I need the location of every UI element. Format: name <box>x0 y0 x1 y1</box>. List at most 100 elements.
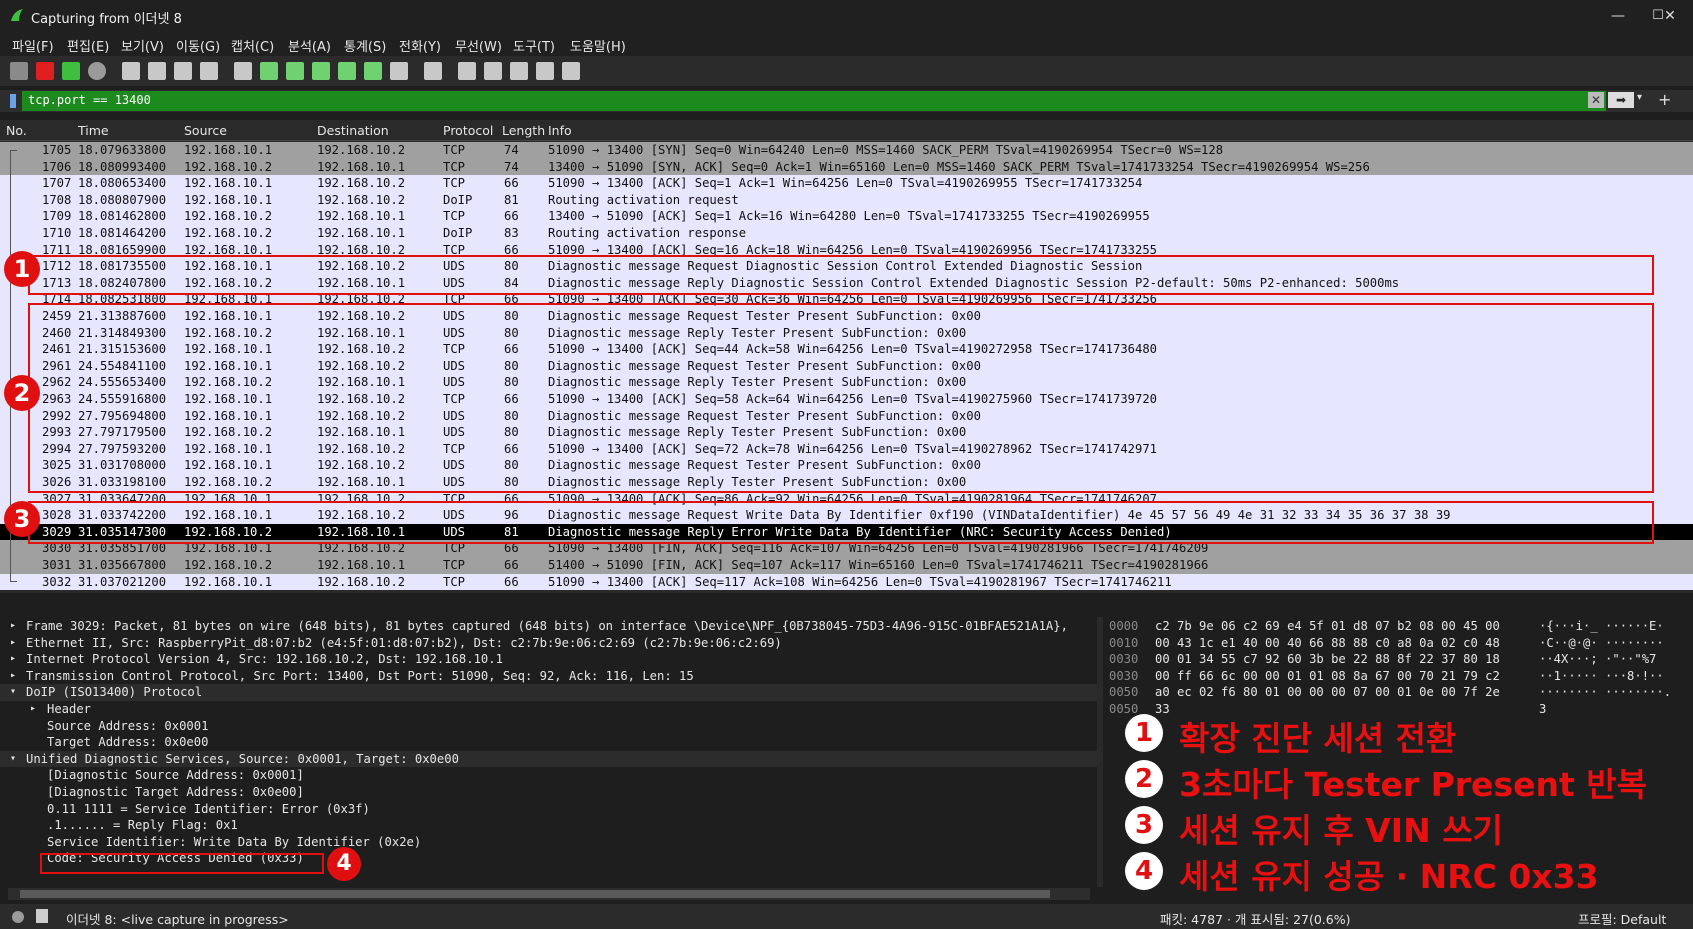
table-row[interactable]: 1709 18.081462800 192.168.10.2 192.168.10.1… <box>0 208 1693 225</box>
table-row[interactable]: 1707 18.080653400 192.168.10.1 192.168.10.2… <box>0 175 1693 192</box>
open-icon[interactable] <box>122 62 140 80</box>
hex-ascii: ··4X···; ·"··"%7 <box>1539 652 1657 667</box>
menu-item-8[interactable]: 무선(W) <box>455 36 502 55</box>
filter-history-chevron-icon[interactable]: ▾ <box>1637 92 1642 103</box>
tree-expander-icon[interactable]: ▸ <box>10 635 16 652</box>
menu-item-3[interactable]: 이동(G) <box>176 36 220 55</box>
tree-expander-icon[interactable]: ▸ <box>10 668 16 685</box>
cell-len: 83 <box>504 226 519 240</box>
pane-splitter[interactable] <box>0 595 1693 615</box>
cell-proto: DoIP <box>443 226 473 240</box>
display-filter-input[interactable] <box>22 91 1606 111</box>
close-button[interactable]: ✕ <box>1650 4 1690 28</box>
table-row[interactable]: 1706 18.080993400 192.168.10.2 192.168.10.1… <box>0 158 1693 176</box>
annotation-badge-4: 4 <box>327 847 361 881</box>
detail-text: Header <box>47 702 92 716</box>
hex-bytes: 00 ff 66 6c 00 00 01 01 08 8a 67 00 70 2… <box>1155 668 1500 683</box>
hex-bytes: 00 01 34 55 c7 92 60 3b be 22 88 8f 22 3… <box>1155 652 1500 667</box>
hex-ascii: ·{···i·_ ······E· <box>1539 619 1664 633</box>
menu-item-6[interactable]: 통계(S) <box>344 36 386 55</box>
tree-expander-icon[interactable]: ▸ <box>10 618 16 635</box>
cell-proto: TCP <box>443 209 466 224</box>
table-row[interactable]: 3032 31.037021200 192.168.10.1 192.168.10.2… <box>0 573 1693 591</box>
col-time[interactable]: Time <box>78 123 109 138</box>
detail-line[interactable]: ▾ Unified Diagnostic Services, Source: 0x… <box>0 750 1097 768</box>
tree-expander-icon[interactable]: ▾ <box>10 684 16 701</box>
details-horizontal-scrollbar[interactable] <box>8 888 1090 900</box>
cell-dst: 192.168.10.1 <box>317 558 406 572</box>
save-icon[interactable] <box>148 62 166 80</box>
tree-expander-icon[interactable]: ▸ <box>30 701 36 718</box>
col-protocol[interactable]: Protocol <box>443 123 493 138</box>
restart-icon[interactable] <box>62 62 80 80</box>
capture-status-icon[interactable] <box>12 911 24 923</box>
table-row[interactable]: 1710 18.081464200 192.168.10.2 192.168.10.1… <box>0 225 1693 242</box>
stop-icon[interactable] <box>36 62 54 80</box>
clear-filter-icon[interactable]: ✕ <box>1588 92 1604 108</box>
autoscroll-icon[interactable] <box>390 62 408 80</box>
cell-info: 13400 → 51090 [ACK] Seq=1 Ack=16 Win=642… <box>548 209 1150 224</box>
menu-item-7[interactable]: 전화(Y) <box>399 36 441 55</box>
menu-item-4[interactable]: 캡처(C) <box>231 36 274 55</box>
cell-dst: 192.168.10.2 <box>317 192 406 207</box>
scrollbar-thumb[interactable] <box>20 890 1050 898</box>
details-bytes-divider[interactable] <box>1097 617 1103 887</box>
forward-icon[interactable] <box>286 62 304 80</box>
zoom-out-icon[interactable] <box>484 62 502 80</box>
col-info[interactable]: Info <box>548 123 572 138</box>
wireshark-fin-icon <box>11 9 23 21</box>
col-length[interactable]: Length <box>502 123 545 138</box>
cell-proto: TCP <box>443 574 466 589</box>
menu-item-2[interactable]: 보기(V) <box>121 36 164 55</box>
hex-off: 0000 <box>1109 619 1139 633</box>
layout-icon[interactable] <box>562 62 580 80</box>
detail-text: Ethernet II, Src: RaspberryPit_d8:07:b2 … <box>26 635 782 650</box>
table-row[interactable]: 3031 31.035667800 192.168.10.2 192.168.10.1… <box>0 557 1693 574</box>
capture-comment-icon[interactable] <box>36 909 48 923</box>
menu-item-10[interactable]: 도움말(H) <box>570 36 626 55</box>
close-file-icon[interactable] <box>174 62 192 80</box>
add-filter-button-icon[interactable]: + <box>1658 90 1671 109</box>
menu-item-5[interactable]: 분석(A) <box>288 36 331 55</box>
minimize-button[interactable]: — <box>1598 4 1638 28</box>
cell-info: Routing activation request <box>548 192 739 207</box>
status-profile[interactable]: 프로필: Default <box>1578 909 1666 928</box>
back-icon[interactable] <box>260 62 278 80</box>
cell-proto: TCP <box>443 176 466 191</box>
last-icon[interactable] <box>364 62 382 80</box>
tree-expander-icon[interactable]: ▾ <box>10 751 16 768</box>
detail-text: [Diagnostic Target Address: 0x0e00] <box>47 785 304 799</box>
menu-item-0[interactable]: 파일(F) <box>12 36 54 55</box>
apply-filter-icon[interactable]: ➡ <box>1608 92 1634 108</box>
menu-item-1[interactable]: 편집(E) <box>67 36 109 55</box>
resize-columns-icon[interactable] <box>536 62 554 80</box>
reload-icon[interactable] <box>200 62 218 80</box>
menu-item-9[interactable]: 도구(T) <box>513 36 555 55</box>
shark-fin-icon[interactable] <box>10 62 28 80</box>
zoom-reset-icon[interactable] <box>510 62 528 80</box>
display-filter-bar: tcp.port == 13400 ✕ ➡ ▾ + <box>0 90 1693 112</box>
goto-icon[interactable] <box>312 62 330 80</box>
cell-dst: 192.168.10.2 <box>317 574 406 589</box>
table-row[interactable]: 1708 18.080807900 192.168.10.1 192.168.10.2… <box>0 191 1693 209</box>
packet-details-pane[interactable]: ▸ Frame 3029: Packet, 81 bytes on wire (6… <box>0 617 1097 892</box>
detail-line[interactable]: ▾ DoIP (ISO13400) Protocol <box>0 684 1097 701</box>
hex-off: 0030 <box>1109 652 1139 667</box>
filter-bookmark-icon[interactable] <box>10 94 16 108</box>
packet-bytes-pane[interactable]: 0000 c2 7b 9e 06 c2 69 e4 5f 01 d8 07 b2 … <box>1105 617 1693 717</box>
cell-time: 18.080653400 <box>78 176 167 191</box>
annotation-box-1 <box>28 255 1654 295</box>
options-icon[interactable] <box>88 62 106 80</box>
tree-expander-icon[interactable]: ▸ <box>10 651 16 668</box>
table-row[interactable]: 1705 18.079633800 192.168.10.1 192.168.10.2… <box>0 142 1693 159</box>
cell-proto: DoIP <box>443 192 473 207</box>
col-no[interactable]: No. <box>6 123 27 138</box>
cell-dst: 192.168.10.1 <box>317 226 406 240</box>
col-source[interactable]: Source <box>184 123 227 138</box>
find-icon[interactable] <box>234 62 252 80</box>
first-icon[interactable] <box>338 62 356 80</box>
colorize-icon[interactable] <box>424 62 442 80</box>
cell-src: 192.168.10.2 <box>184 209 273 224</box>
zoom-in-icon[interactable] <box>458 62 476 80</box>
col-destination[interactable]: Destination <box>317 123 389 138</box>
